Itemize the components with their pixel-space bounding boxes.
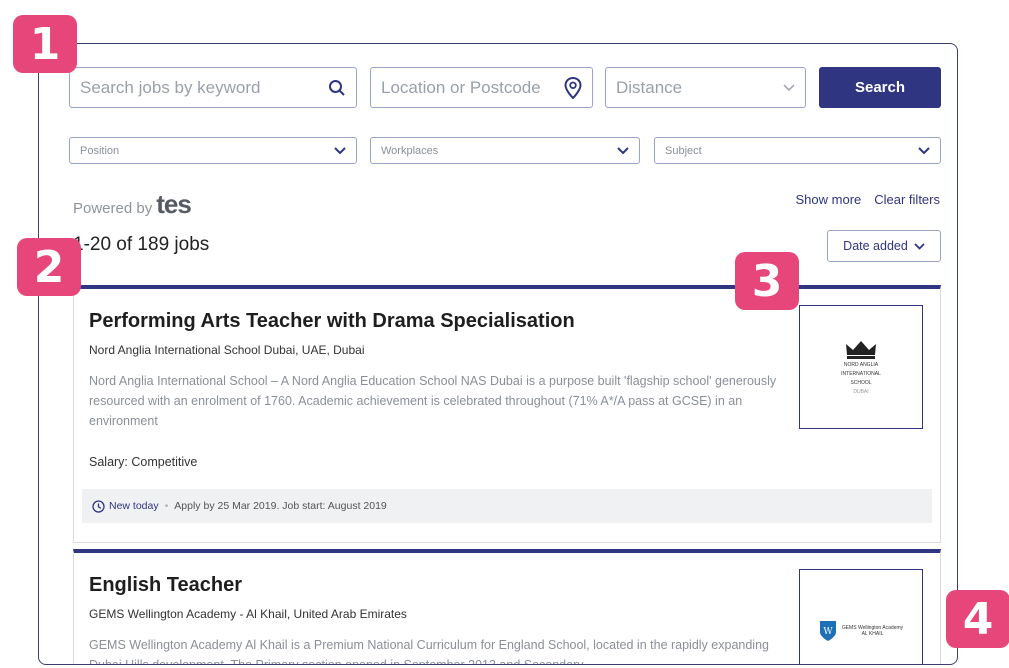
job-salary: Salary: Competitive — [89, 455, 198, 469]
job-description: GEMS Wellington Academy Al Khail is a Pr… — [89, 638, 769, 665]
keyword-placeholder: Search jobs by keyword — [80, 77, 261, 97]
chevron-down-icon — [617, 146, 629, 155]
callout-badge-4: 4 — [946, 590, 1009, 648]
show-more-link[interactable]: Show more — [796, 192, 862, 207]
job-title[interactable]: Performing Arts Teacher with Drama Speci… — [89, 310, 575, 333]
results-count: 1-20 of 189 jobs — [73, 234, 210, 255]
position-filter-label: Position — [80, 144, 120, 157]
distance-placeholder: Distance — [616, 77, 683, 97]
school-logo[interactable]: W GEMS Wellington Academy AL KHAIL — [799, 569, 923, 664]
subject-filter[interactable]: Subject — [654, 137, 941, 164]
location-pin-icon[interactable] — [564, 76, 582, 99]
sort-select[interactable]: Date added — [827, 230, 941, 262]
logo-text-line: DUBAI — [853, 389, 869, 395]
logo-text-line: NORD ANGLIA — [843, 362, 879, 368]
search-button[interactable]: Search — [819, 67, 941, 108]
job-card[interactable]: Performing Arts Teacher with Drama Speci… — [73, 285, 941, 543]
job-description: Nord Anglia International School – A Nor… — [89, 374, 777, 428]
filter-links: Show more Clear filters — [796, 192, 941, 207]
separator-dot: • — [164, 500, 169, 512]
chevron-down-icon — [918, 146, 930, 155]
callout-badge-2: 2 — [17, 238, 81, 296]
chevron-down-icon — [334, 146, 346, 155]
job-search-panel: Search jobs by keyword Location or Postc… — [38, 43, 958, 665]
crown-icon — [844, 339, 878, 359]
logo-text-line: AL KHAIL — [861, 631, 884, 637]
clear-filters-link[interactable]: Clear filters — [874, 192, 940, 207]
apply-info: Apply by 25 Mar 2019. Job start: August … — [174, 500, 387, 512]
callout-badge-1: 1 — [13, 15, 77, 73]
workplaces-filter-label: Workplaces — [381, 144, 439, 157]
logo-text-line: INTERNATIONAL — [841, 371, 881, 377]
job-organization: Nord Anglia International School Dubai, … — [89, 343, 365, 357]
powered-by-text: Powered by — [73, 200, 153, 217]
powered-by: Powered by tes — [73, 189, 192, 220]
new-today-label: New today — [109, 500, 159, 512]
tes-logo: tes — [156, 189, 192, 219]
location-input[interactable]: Location or Postcode — [370, 67, 593, 108]
chevron-down-icon — [914, 242, 925, 250]
distance-select[interactable]: Distance — [605, 67, 806, 108]
job-card[interactable]: English Teacher GEMS Wellington Academy … — [73, 549, 941, 665]
workplaces-filter[interactable]: Workplaces — [370, 137, 640, 164]
job-title[interactable]: English Teacher — [89, 574, 242, 597]
svg-text:W: W — [823, 627, 833, 637]
subject-filter-label: Subject — [665, 144, 702, 157]
sort-label: Date added — [843, 239, 908, 253]
position-filter[interactable]: Position — [69, 137, 357, 164]
school-logo[interactable]: NORD ANGLIA INTERNATIONAL SCHOOL DUBAI — [799, 305, 923, 429]
job-footer: New today • Apply by 25 Mar 2019. Job st… — [82, 489, 932, 523]
keyword-search-input[interactable]: Search jobs by keyword — [69, 67, 357, 108]
clock-icon — [92, 499, 105, 513]
callout-badge-3: 3 — [735, 252, 799, 310]
job-organization: GEMS Wellington Academy - Al Khail, Unit… — [89, 607, 407, 621]
search-icon[interactable] — [328, 79, 346, 97]
chevron-down-icon — [783, 83, 795, 92]
shield-icon: W — [819, 620, 837, 642]
location-placeholder: Location or Postcode — [381, 77, 541, 97]
logo-text-group: GEMS Wellington Academy AL KHAIL — [842, 625, 903, 637]
logo-text-line: SCHOOL — [850, 380, 872, 386]
new-today-badge: New today — [92, 499, 159, 513]
